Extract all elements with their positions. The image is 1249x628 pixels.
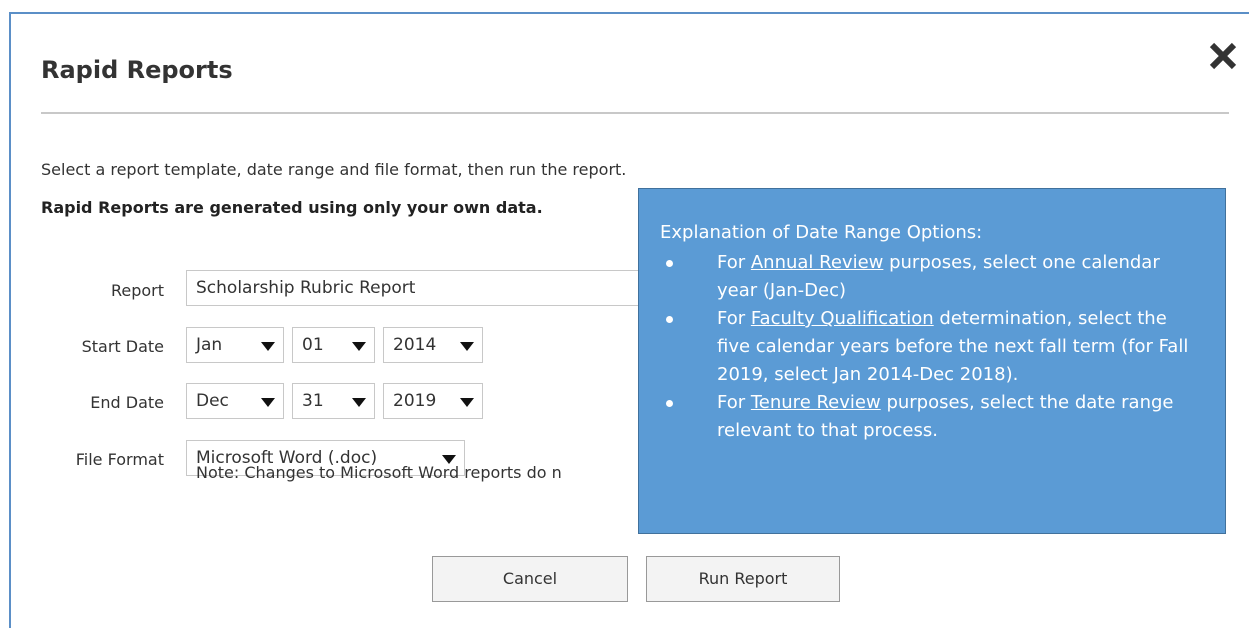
tooltip-item-text: For xyxy=(717,308,751,329)
bullet-icon xyxy=(666,260,673,267)
close-icon xyxy=(1209,42,1237,70)
end-year-value: 2019 xyxy=(393,391,437,411)
chevron-down-icon xyxy=(352,342,366,351)
title-divider xyxy=(41,112,1229,114)
faculty-qualification-term: Faculty Qualification xyxy=(750,308,934,329)
annual-review-term: Annual Review xyxy=(750,252,884,273)
intro-text: Select a report template, date range and… xyxy=(41,160,627,179)
chevron-down-icon xyxy=(460,398,474,407)
dialog-title: Rapid Reports xyxy=(41,56,233,84)
tooltip-item-text: For xyxy=(717,252,751,273)
start-date-label: Start Date xyxy=(81,337,164,356)
report-select[interactable]: Scholarship Rubric Report xyxy=(186,270,656,306)
chevron-down-icon xyxy=(261,342,275,351)
chevron-down-icon xyxy=(460,342,474,351)
report-select-value: Scholarship Rubric Report xyxy=(196,278,416,298)
end-day-value: 31 xyxy=(302,391,324,411)
end-year-select[interactable]: 2019 xyxy=(383,383,483,419)
tooltip-heading: Explanation of Date Range Options: xyxy=(660,222,983,243)
end-day-select[interactable]: 31 xyxy=(292,383,375,419)
start-year-value: 2014 xyxy=(393,335,437,355)
chevron-down-icon xyxy=(352,398,366,407)
date-range-help-tooltip: Explanation of Date Range Options: For A… xyxy=(638,188,1226,534)
format-note: Note: Changes to Microsoft Word reports … xyxy=(196,463,562,482)
close-button[interactable] xyxy=(1203,36,1243,76)
tooltip-item-text: For xyxy=(717,392,751,413)
cancel-button[interactable]: Cancel xyxy=(432,556,628,602)
start-month-select[interactable]: Jan xyxy=(186,327,284,363)
tooltip-item-faculty-qualification: For Faculty Qualification determination,… xyxy=(660,305,1205,389)
start-year-select[interactable]: 2014 xyxy=(383,327,483,363)
intro-bold-text: Rapid Reports are generated using only y… xyxy=(41,198,543,217)
start-day-select[interactable]: 01 xyxy=(292,327,375,363)
bullet-icon xyxy=(666,316,673,323)
run-report-button[interactable]: Run Report xyxy=(646,556,840,602)
chevron-down-icon xyxy=(261,398,275,407)
start-month-value: Jan xyxy=(196,335,223,355)
tooltip-item-tenure-review: For Tenure Review purposes, select the d… xyxy=(660,389,1205,445)
end-date-label: End Date xyxy=(90,393,164,412)
file-format-label: File Format xyxy=(75,450,164,469)
tooltip-list: For Annual Review purposes, select one c… xyxy=(660,249,1205,445)
tenure-review-term: Tenure Review xyxy=(750,392,881,413)
end-month-value: Dec xyxy=(196,391,229,411)
start-day-value: 01 xyxy=(302,335,324,355)
bullet-icon xyxy=(666,400,673,407)
end-month-select[interactable]: Dec xyxy=(186,383,284,419)
tooltip-item-annual-review: For Annual Review purposes, select one c… xyxy=(660,249,1205,305)
report-label: Report xyxy=(110,281,164,300)
